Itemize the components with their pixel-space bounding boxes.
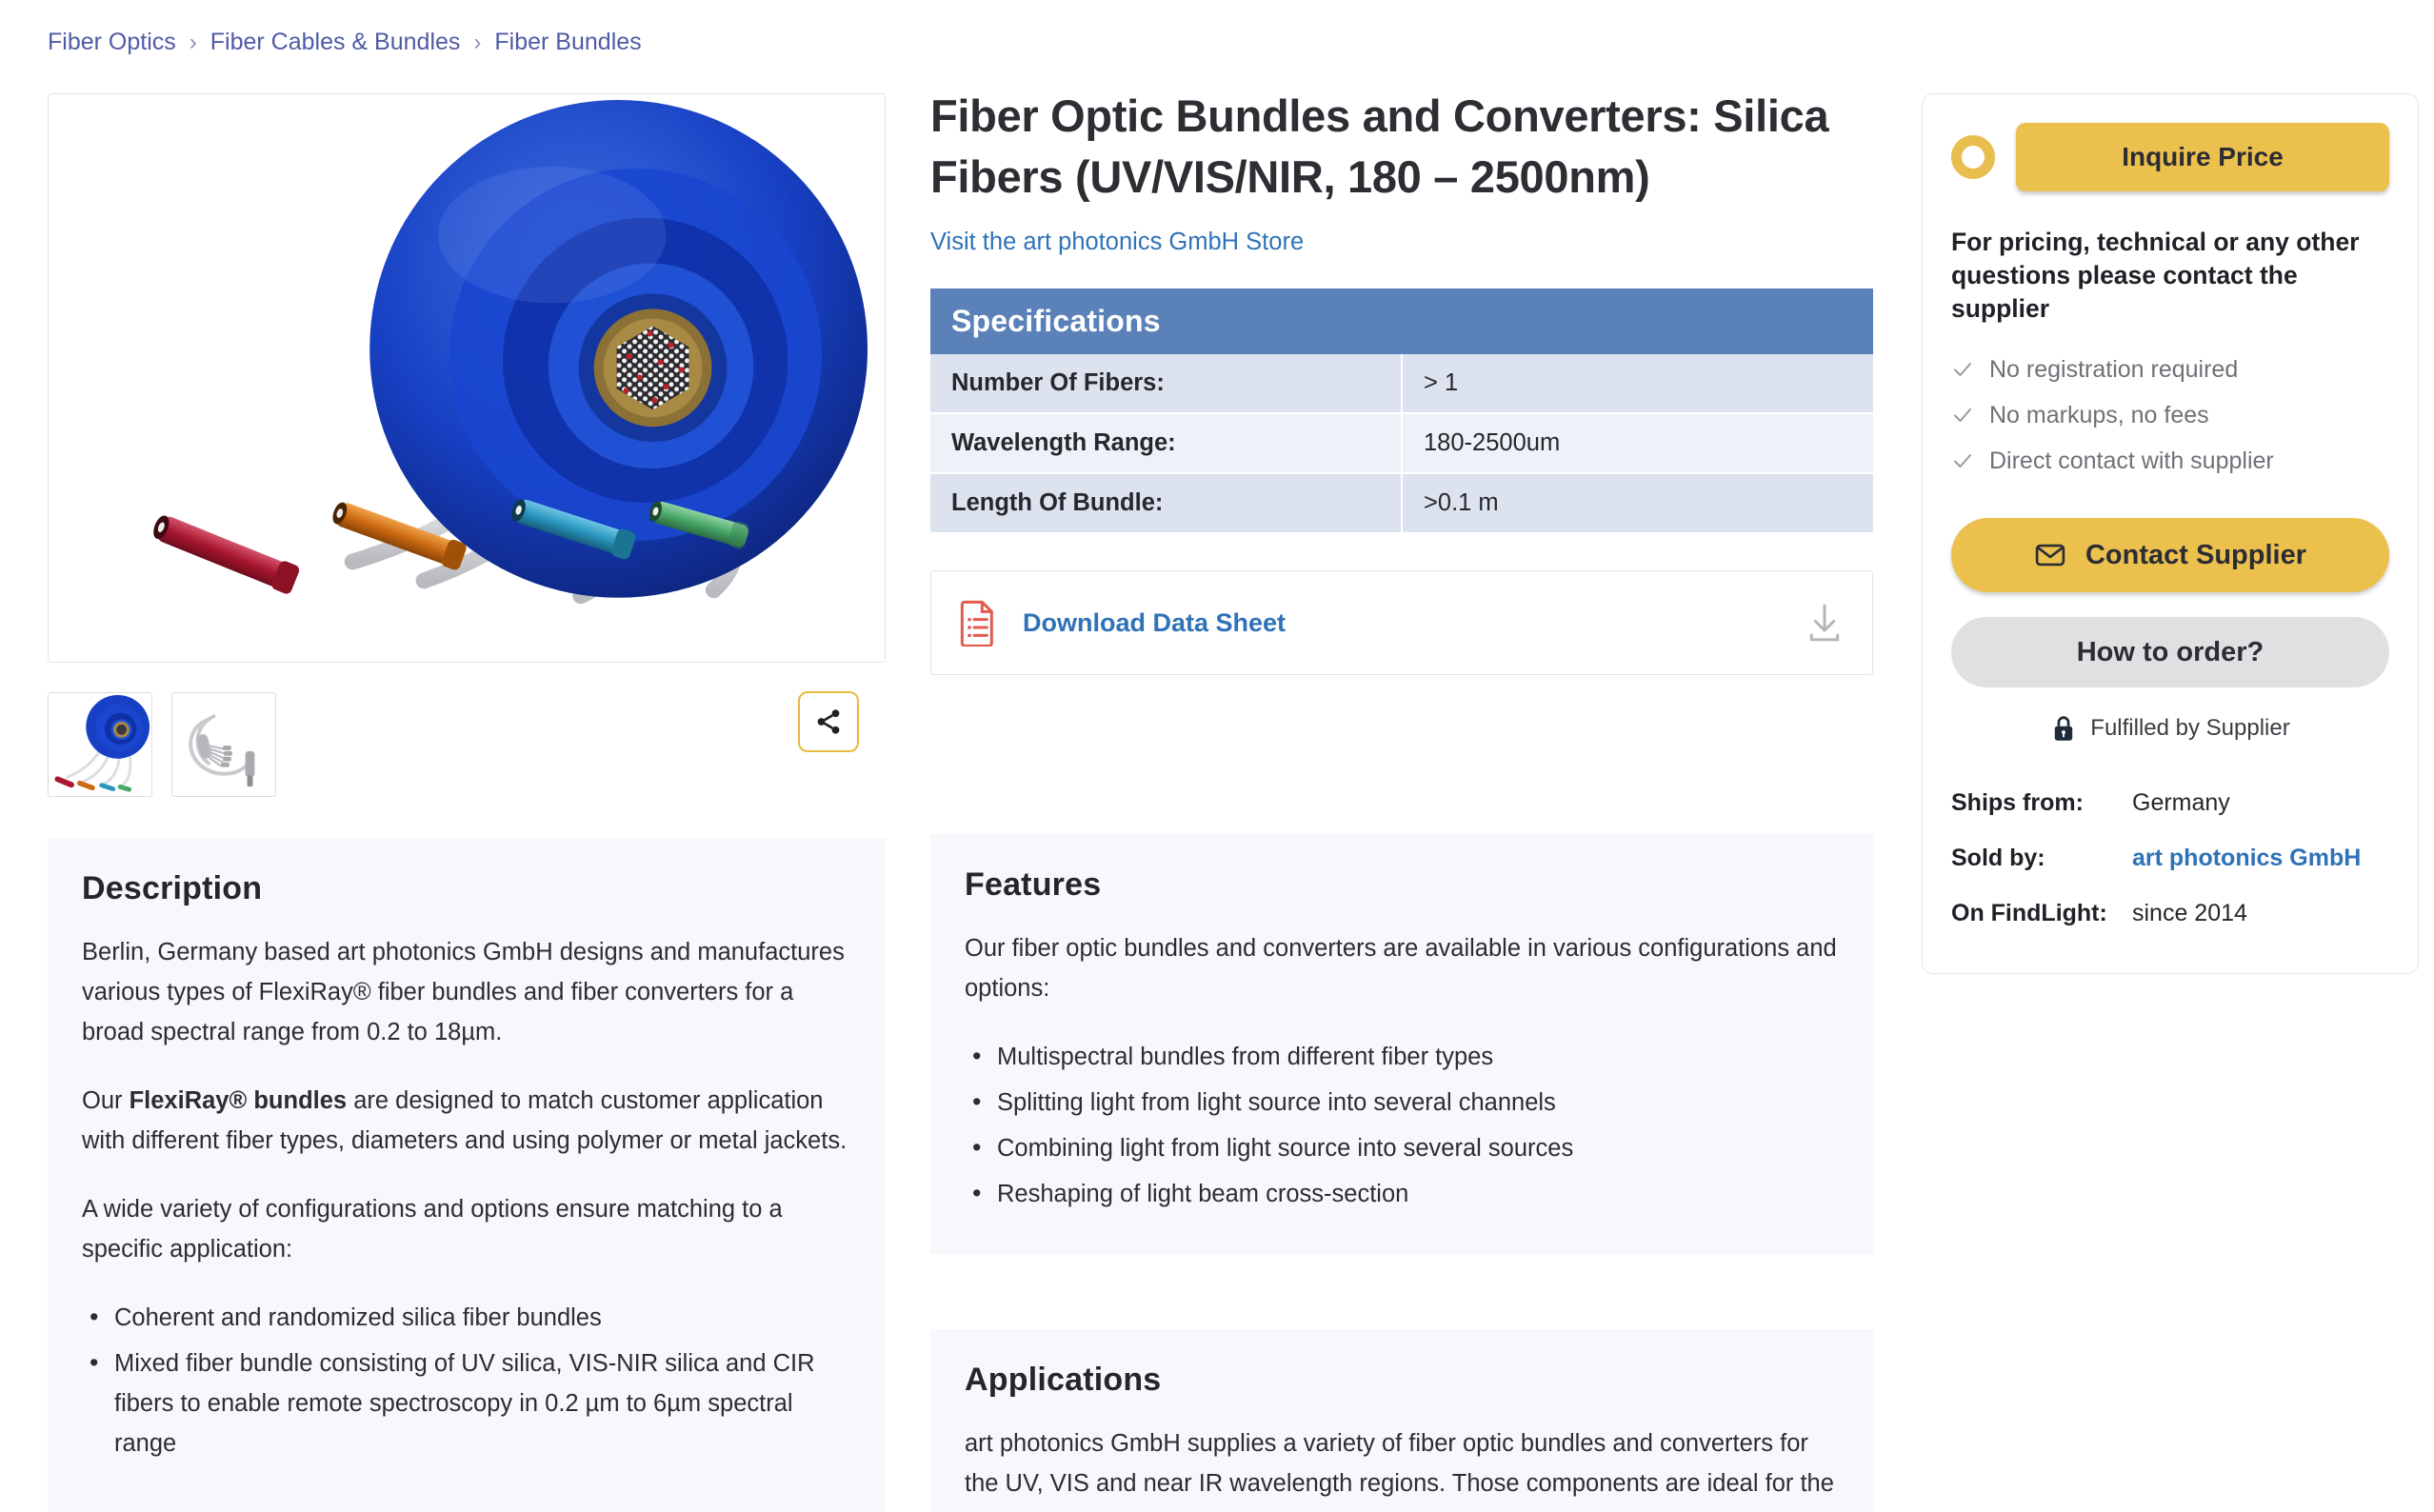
- check-icon: [1954, 408, 1971, 422]
- meta-value: Germany: [2132, 789, 2230, 816]
- description-paragraph-2: Our FlexiRay® bundles are designed to ma…: [82, 1081, 851, 1161]
- download-icon[interactable]: [1806, 603, 1844, 643]
- breadcrumb-separator-icon: ›: [189, 29, 197, 55]
- supplier-card: Inquire Price For pricing, technical or …: [1922, 93, 2419, 974]
- page-title: Fiber Optic Bundles and Converters: Sili…: [930, 90, 1829, 202]
- meta-key: Sold by:: [1951, 845, 2045, 871]
- breadcrumb-item-fiber-bundles[interactable]: Fiber Bundles: [494, 29, 641, 56]
- table-row: Length Of Bundle: >0.1 m: [930, 473, 1873, 534]
- download-datasheet-link[interactable]: Download Data Sheet: [1023, 608, 1286, 638]
- features-panel: Features Our fiber optic bundles and con…: [930, 834, 1873, 1254]
- contact-supplier-button[interactable]: Contact Supplier: [1951, 518, 2389, 592]
- contact-supplier-label: Contact Supplier: [2085, 539, 2306, 570]
- meta-key: On FindLight:: [1951, 900, 2107, 926]
- how-to-order-button[interactable]: How to order?: [1951, 617, 2389, 687]
- thumbnail-strip: [48, 687, 886, 802]
- features-heading: Features: [965, 866, 1102, 903]
- specifications-header: Specifications: [930, 288, 1873, 354]
- spec-key: Length Of Bundle:: [930, 473, 1403, 534]
- description-panel: Description Berlin, Germany based art ph…: [48, 838, 886, 1512]
- description-paragraph-1: Berlin, Germany based art photonics GmbH…: [82, 939, 845, 1045]
- meta-value: since 2014: [2132, 900, 2247, 926]
- supplier-meta: Ships from: Germany Sold by: art photoni…: [1951, 775, 2389, 941]
- inquire-price-button[interactable]: Inquire Price: [2016, 123, 2389, 191]
- thumbnail-2[interactable]: [171, 692, 276, 797]
- features-bullet: Combining light from light source into s…: [965, 1127, 1839, 1168]
- breadcrumb-separator-icon: ›: [473, 29, 482, 55]
- description-bullet-list: Coherent and randomized silica fiber bun…: [82, 1297, 851, 1463]
- description-bullet: Coherent and randomized silica fiber bun…: [82, 1297, 851, 1338]
- applications-heading: Applications: [965, 1362, 1162, 1398]
- applications-panel: Applications art photonics GmbH supplies…: [930, 1329, 1873, 1512]
- breadcrumb: Fiber Optics › Fiber Cables & Bundles › …: [48, 29, 642, 56]
- inquire-row: Inquire Price: [1951, 123, 2389, 191]
- features-bullet: Splitting light from light source into s…: [965, 1082, 1839, 1123]
- description-p2-bold: FlexiRay® bundles: [129, 1087, 348, 1114]
- perk-label: No markups, no fees: [1989, 402, 2209, 428]
- check-icon: [1954, 363, 1971, 376]
- meta-key: Ships from:: [1951, 789, 2084, 816]
- thumbnail-2-image: [172, 693, 275, 796]
- supplier-contact-headline: For pricing, technical or any other ques…: [1951, 228, 2360, 323]
- fulfilled-label: Fulfilled by Supplier: [2090, 715, 2290, 741]
- share-button[interactable]: [798, 691, 859, 752]
- description-heading: Description: [82, 870, 263, 906]
- perks-list: No registration required No markups, no …: [1951, 347, 2389, 484]
- share-icon: [817, 709, 840, 734]
- spec-value: >0.1 m: [1402, 473, 1873, 534]
- lock-icon: [2055, 716, 2073, 741]
- spec-key: Wavelength Range:: [930, 413, 1403, 474]
- features-bullet-list: Multispectral bundles from different fib…: [965, 1036, 1839, 1214]
- meta-row-ships-from: Ships from: Germany: [1951, 775, 2389, 830]
- features-bullet: Multispectral bundles from different fib…: [965, 1036, 1839, 1077]
- spec-key: Number Of Fibers:: [930, 354, 1403, 414]
- table-row: Wavelength Range: 180-2500um: [930, 413, 1873, 474]
- product-hero-image[interactable]: [48, 93, 886, 663]
- list-item: No markups, no fees: [1951, 392, 2389, 438]
- supplier-link[interactable]: art photonics GmbH: [2132, 830, 2361, 885]
- features-intro: Our fiber optic bundles and converters a…: [965, 935, 1837, 1002]
- perk-label: Direct contact with supplier: [1989, 448, 2274, 474]
- product-page: Fiber Optics › Fiber Cables & Bundles › …: [0, 0, 2434, 1512]
- table-row: Number Of Fibers: > 1: [930, 354, 1873, 414]
- description-paragraph-3: A wide variety of configurations and opt…: [82, 1196, 783, 1263]
- description-bullet: Mixed fiber bundle consisting of UV sili…: [82, 1343, 851, 1463]
- list-item: No registration required: [1951, 347, 2389, 392]
- specifications-table: Specifications Number Of Fibers: > 1 Wav…: [930, 288, 1873, 534]
- product-main-column: Fiber Optic Bundles and Converters: Sili…: [930, 86, 1873, 675]
- product-gallery: [48, 93, 886, 663]
- store-link[interactable]: Visit the art photonics GmbH Store: [930, 229, 1304, 256]
- check-icon: [1954, 454, 1971, 468]
- features-bullet: Reshaping of light beam cross-section: [965, 1173, 1839, 1214]
- pdf-file-icon: [960, 600, 993, 647]
- applications-intro: art photonics GmbH supplies a variety of…: [965, 1430, 1834, 1512]
- breadcrumb-item-fiber-optics[interactable]: Fiber Optics: [48, 29, 176, 56]
- envelope-icon: [2035, 544, 2065, 567]
- meta-row-sold-by: Sold by: art photonics GmbH: [1951, 830, 2389, 885]
- breadcrumb-item-fiber-cables-bundles[interactable]: Fiber Cables & Bundles: [210, 29, 461, 56]
- circle-ring-icon: [1951, 135, 1995, 179]
- thumbnail-1[interactable]: [48, 692, 152, 797]
- meta-row-on-findlight: On FindLight: since 2014: [1951, 885, 2389, 941]
- thumbnail-1-image: [49, 693, 151, 796]
- description-p2-prefix: Our: [82, 1087, 130, 1114]
- fulfilled-badge: Fulfilled by Supplier: [1951, 714, 2389, 743]
- spec-value: 180-2500um: [1402, 413, 1873, 474]
- download-datasheet-row[interactable]: Download Data Sheet: [930, 570, 1873, 675]
- fiber-bundle-photo: [49, 94, 885, 662]
- perk-label: No registration required: [1989, 356, 2239, 383]
- specifications-header-row: Specifications: [930, 288, 1873, 354]
- spec-value: > 1: [1402, 354, 1873, 414]
- list-item: Direct contact with supplier: [1951, 438, 2389, 484]
